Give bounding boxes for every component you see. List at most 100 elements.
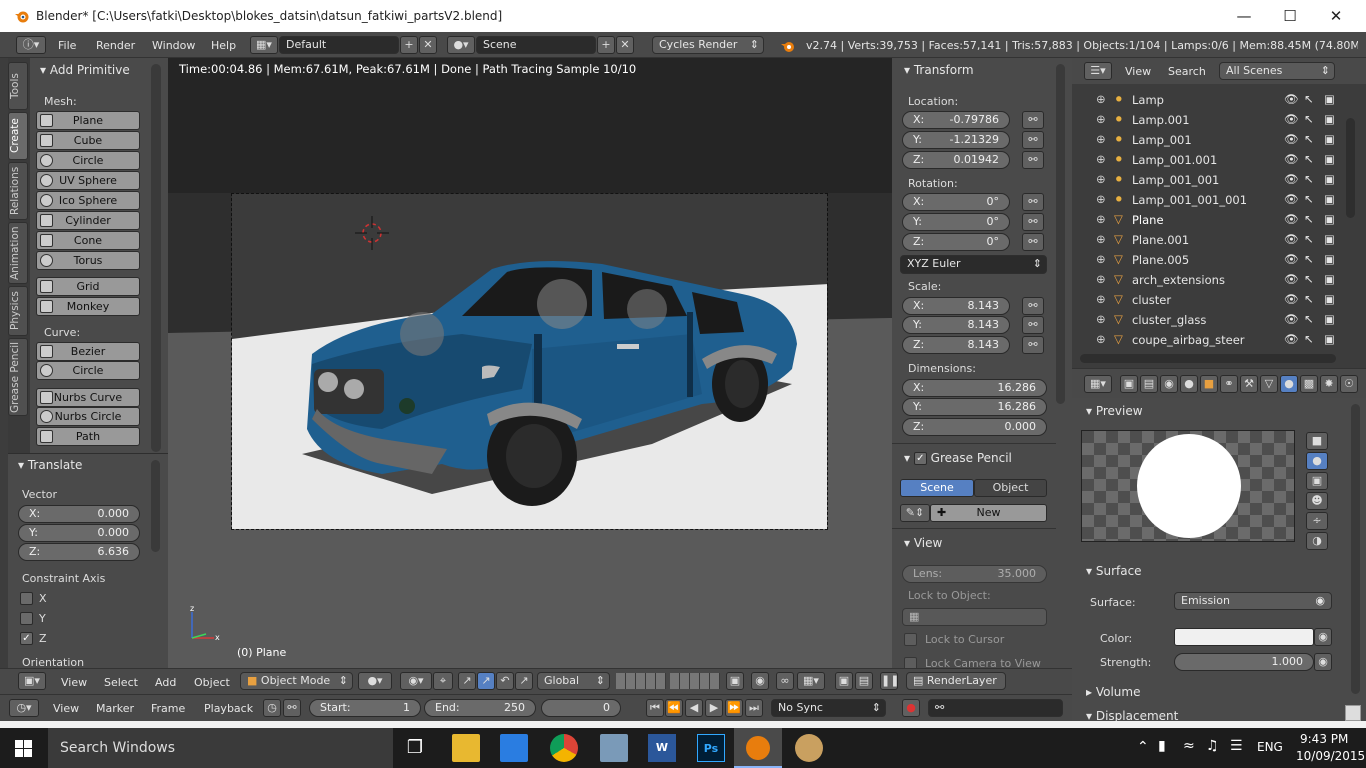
add-cone-button[interactable]: Cone [36, 231, 140, 250]
dimensions-z-field[interactable]: Z: 0.000 [902, 418, 1047, 436]
delete-scene-icon[interactable]: ✕ [616, 36, 634, 54]
grease-pencil-new-button[interactable]: ✚ New [930, 504, 1047, 522]
timeline-menu-playback[interactable]: Playback [204, 702, 253, 715]
tab-create[interactable]: Create [8, 112, 28, 160]
outliner-row-name[interactable]: Plane.005 [1132, 253, 1189, 267]
lock-to-cursor-checkbox[interactable] [904, 633, 917, 646]
visibility-eye-icon[interactable]: 👁 [1284, 232, 1299, 246]
add-curve-circle-button[interactable]: Circle [36, 361, 140, 380]
manipulator-translate-icon[interactable]: ↗ [458, 672, 476, 690]
properties-scrollbar[interactable] [1351, 404, 1360, 694]
visibility-eye-icon[interactable]: 👁 [1284, 332, 1299, 346]
outliner-row[interactable]: ⊕ ▽ cluster 👁 ↖ ▣ [1072, 290, 1342, 310]
rotation-x-field[interactable]: X: 0° [902, 193, 1010, 211]
scale-x-field[interactable]: X: 8.143 [902, 297, 1010, 315]
preview-hair-icon[interactable]: ∻ [1306, 512, 1328, 530]
renderability-camera-icon[interactable]: ▣ [1324, 232, 1335, 246]
layer-buttons-right[interactable] [670, 673, 720, 689]
selectability-cursor-icon[interactable]: ↖ [1304, 312, 1314, 326]
snap-toggle-icon[interactable]: ∞ [776, 672, 794, 690]
opengl-animation-icon[interactable]: ▤ [855, 672, 873, 690]
transform-orientation-select[interactable]: Global ⇕ [537, 672, 610, 690]
selectability-cursor-icon[interactable]: ↖ [1304, 192, 1314, 206]
strength-field[interactable]: 1.000 [1174, 653, 1314, 671]
outliner-menu-view[interactable]: View [1125, 65, 1151, 78]
add-plane-button[interactable]: Plane [36, 111, 140, 130]
volume-header[interactable]: ▸ Volume [1086, 685, 1140, 699]
timeline-menu-marker[interactable]: Marker [96, 702, 134, 715]
add-path-button[interactable]: Path [36, 427, 140, 446]
menu-help[interactable]: Help [211, 39, 236, 52]
outliner-row-name[interactable]: cluster [1132, 293, 1171, 307]
lock-scale-y-icon[interactable]: ⚯ [1022, 316, 1044, 334]
expand-icon[interactable]: ⊕ [1096, 292, 1106, 306]
file-explorer-icon[interactable] [452, 734, 480, 762]
lock-object-field[interactable]: ▦ [902, 608, 1047, 626]
add-nurbs-curve-button[interactable]: Nurbs Curve [36, 388, 140, 407]
add-primitive-header[interactable]: ▾ Add Primitive [40, 63, 130, 77]
add-bezier-button[interactable]: Bezier [36, 342, 140, 361]
minimize-button[interactable]: — [1221, 0, 1267, 32]
viewport-shading-icon[interactable]: ●▾ [358, 672, 392, 690]
visibility-eye-icon[interactable]: 👁 [1284, 192, 1299, 206]
location-z-field[interactable]: Z: 0.01942 [902, 151, 1010, 169]
outliner-row[interactable]: ⊕ ⚫ Lamp 👁 ↖ ▣ [1072, 90, 1342, 110]
preview-sky-icon[interactable]: ◑ [1306, 532, 1328, 550]
add-uv-sphere-button[interactable]: UV Sphere [36, 171, 140, 190]
scale-z-field[interactable]: Z: 8.143 [902, 336, 1010, 354]
surface-shader-select[interactable]: Emission ◉ [1174, 592, 1332, 610]
outliner-row-name[interactable]: Lamp_001_001_001 [1132, 193, 1247, 207]
render-layer-select[interactable]: ▤ RenderLayer [906, 672, 1006, 690]
blender-taskbar-button[interactable] [734, 728, 782, 768]
outliner-row[interactable]: ⊕ ▽ Plane.001 👁 ↖ ▣ [1072, 230, 1342, 250]
jump-start-icon[interactable]: ⏮ [646, 699, 664, 717]
3d-menu-add[interactable]: Add [155, 676, 176, 689]
preview-sphere-icon[interactable]: ● [1306, 452, 1328, 470]
constraint-x-checkbox[interactable] [20, 592, 33, 605]
selectability-cursor-icon[interactable]: ↖ [1304, 132, 1314, 146]
word-icon[interactable]: W [648, 734, 676, 762]
translate-header[interactable]: ▾ Translate [18, 458, 82, 472]
emission-color-swatch[interactable] [1174, 628, 1314, 646]
lock-rotation-x-icon[interactable]: ⚯ [1022, 193, 1044, 211]
3d-menu-view[interactable]: View [61, 676, 87, 689]
expand-icon[interactable]: ⊕ [1096, 192, 1106, 206]
scene-field[interactable]: Scene [476, 36, 596, 54]
grease-pencil-scene-tab[interactable]: Scene [900, 479, 974, 497]
renderability-camera-icon[interactable]: ▣ [1324, 312, 1335, 326]
add-screen-icon[interactable]: + [400, 36, 418, 54]
preview-range-icon[interactable]: ◷ [263, 699, 281, 717]
renderability-camera-icon[interactable]: ▣ [1324, 252, 1335, 266]
visibility-eye-icon[interactable]: 👁 [1284, 152, 1299, 166]
dimensions-y-field[interactable]: Y: 16.286 [902, 398, 1047, 416]
expand-icon[interactable]: ⊕ [1096, 272, 1106, 286]
scene-tab-icon[interactable]: ◉ [1160, 375, 1178, 393]
selectability-cursor-icon[interactable]: ↖ [1304, 252, 1314, 266]
selectability-cursor-icon[interactable]: ↖ [1304, 92, 1314, 106]
renderability-camera-icon[interactable]: ▣ [1324, 132, 1335, 146]
renderability-camera-icon[interactable]: ▣ [1324, 332, 1335, 346]
windows-start-icon[interactable] [15, 740, 32, 757]
close-button[interactable]: ✕ [1313, 0, 1359, 32]
lock-rotation-y-icon[interactable]: ⚯ [1022, 213, 1044, 231]
lock-rotation-z-icon[interactable]: ⚯ [1022, 233, 1044, 251]
chrome-icon[interactable] [550, 734, 578, 762]
renderability-camera-icon[interactable]: ▣ [1324, 172, 1335, 186]
selectability-cursor-icon[interactable]: ↖ [1304, 212, 1314, 226]
lock-scale-z-icon[interactable]: ⚯ [1022, 336, 1044, 354]
outliner-row-name[interactable]: Plane.001 [1132, 233, 1189, 247]
pivot-point-icon[interactable]: ◉▾ [400, 672, 432, 690]
translate-panel-scrollbar[interactable] [151, 460, 160, 552]
expand-icon[interactable]: ⊕ [1096, 332, 1106, 346]
outliner-filter-select[interactable]: All Scenes ⇕ [1219, 62, 1335, 80]
selectability-cursor-icon[interactable]: ↖ [1304, 332, 1314, 346]
renderability-camera-icon[interactable]: ▣ [1324, 92, 1335, 106]
manipulator-move-icon[interactable]: ↗ [477, 672, 495, 690]
play-icon[interactable]: ▶ [705, 699, 723, 717]
expand-icon[interactable]: ⊕ [1096, 112, 1106, 126]
timeline-editor-icon[interactable]: ◷▾ [9, 699, 39, 717]
preview-monkey-icon[interactable]: ☻ [1306, 492, 1328, 510]
paint-icon[interactable] [795, 734, 823, 762]
add-circle-button[interactable]: Circle [36, 151, 140, 170]
store-icon[interactable] [500, 734, 528, 762]
